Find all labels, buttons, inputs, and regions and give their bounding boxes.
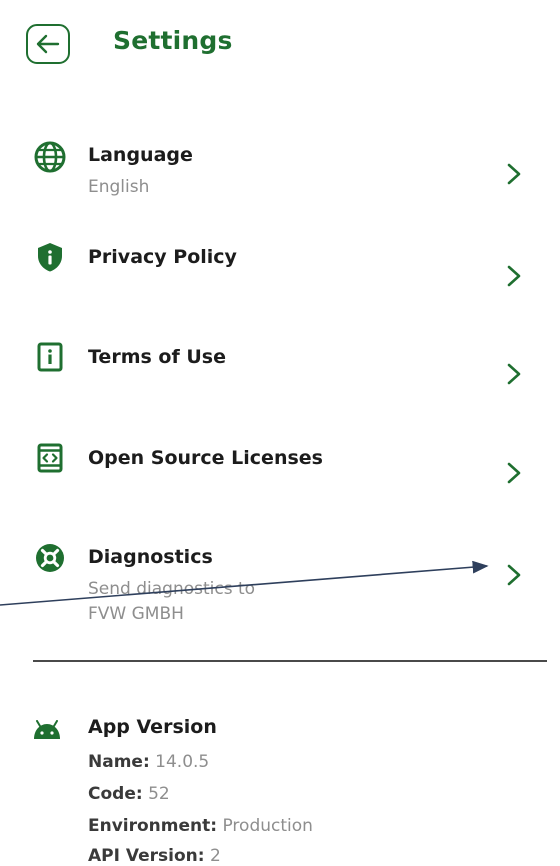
android-icon: [34, 720, 60, 739]
version-api-value: 2: [209, 846, 221, 866]
settings-item-description-line2: FVW GMBH: [88, 604, 184, 624]
info-document-icon: [37, 342, 63, 372]
chevron-right-icon: [507, 564, 521, 586]
lifebuoy-icon: [36, 544, 64, 572]
version-name-value: 14.0.5: [155, 752, 210, 772]
version-name-label: Name:: [88, 752, 150, 772]
settings-item-label: Terms of Use: [88, 346, 226, 368]
version-code-value: 52: [148, 784, 170, 804]
settings-item-label: Language: [88, 144, 193, 166]
annotation-arrow: [0, 560, 489, 606]
settings-item-label: Diagnostics: [88, 546, 213, 568]
version-api-label: API Version:: [88, 846, 205, 866]
settings-item-label: Privacy Policy: [88, 246, 237, 268]
settings-item-open-source-licenses[interactable]: Open Source Licenses: [0, 440, 560, 500]
settings-item-diagnostics[interactable]: Diagnostics Send diagnostics to FVW GMBH: [0, 540, 560, 630]
settings-item-privacy-policy[interactable]: Privacy Policy: [0, 238, 560, 298]
settings-item-language[interactable]: Language English: [0, 138, 560, 208]
chevron-right-icon: [507, 363, 521, 385]
settings-item-terms-of-use[interactable]: Terms of Use: [0, 338, 560, 398]
version-environment-label: Environment:: [88, 816, 218, 836]
version-api-row: API Version: 2: [88, 846, 221, 866]
version-environment-value: Production: [222, 816, 313, 836]
version-code-row: Code: 52: [88, 784, 170, 804]
app-version-title: App Version: [88, 716, 217, 738]
settings-item-description: Send diagnostics to: [88, 579, 256, 599]
chevron-right-icon: [507, 265, 521, 287]
back-button[interactable]: [26, 24, 70, 64]
code-document-icon: [37, 443, 63, 473]
arrow-left-icon: [36, 34, 60, 54]
shield-icon: [38, 243, 62, 272]
chevron-right-icon: [507, 462, 521, 484]
section-divider: [33, 660, 547, 662]
version-code-label: Code:: [88, 784, 143, 804]
settings-item-label: Open Source Licenses: [88, 447, 323, 469]
settings-item-value: English: [88, 177, 150, 197]
version-name-row: Name: 14.0.5: [88, 752, 209, 772]
chevron-right-icon: [507, 163, 521, 185]
globe-icon: [34, 141, 66, 173]
page-title: Settings: [113, 26, 233, 55]
version-environment-row: Environment: Production: [88, 816, 313, 836]
app-header: Settings: [0, 0, 560, 90]
